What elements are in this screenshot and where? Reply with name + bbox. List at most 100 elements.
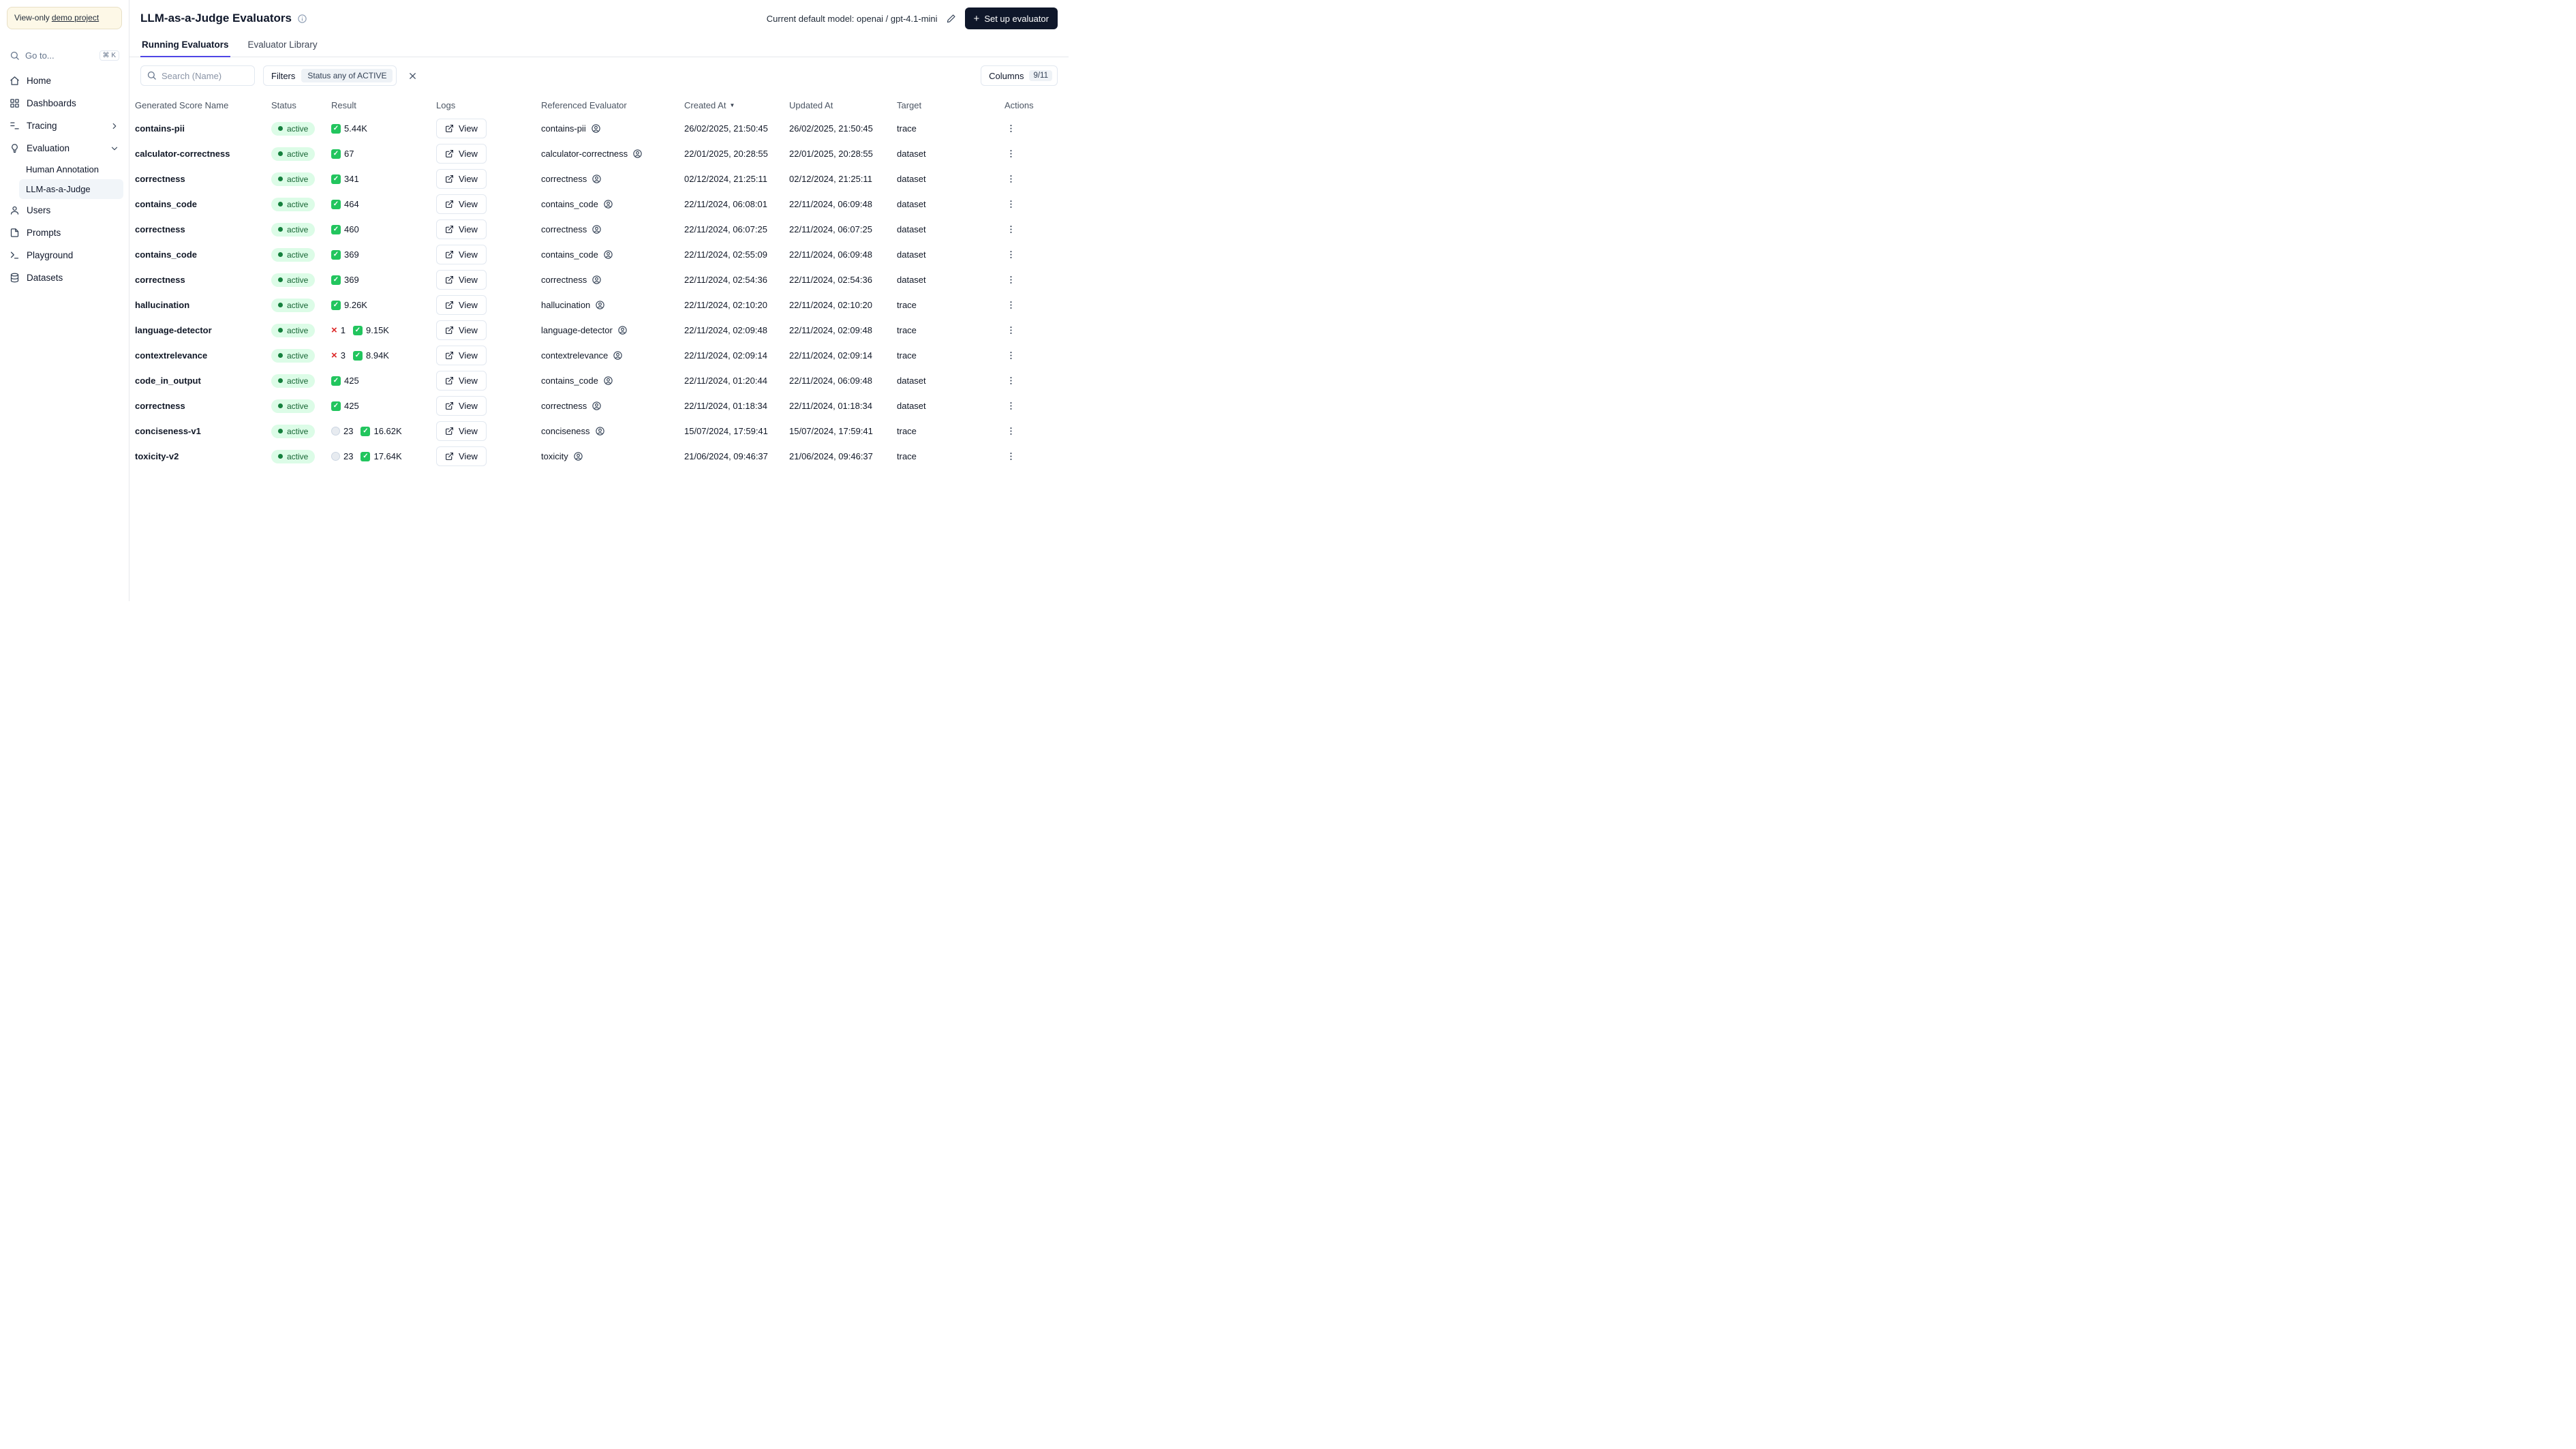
columns-count-badge: 9/11: [1029, 70, 1052, 81]
view-logs-button[interactable]: View: [436, 270, 487, 290]
row-actions-button[interactable]: [1005, 222, 1017, 237]
check-icon: ✓: [331, 199, 341, 209]
goto-button[interactable]: Go to... ⌘ K: [5, 47, 123, 64]
row-actions-button[interactable]: [1005, 448, 1017, 464]
row-actions-button[interactable]: [1005, 297, 1017, 313]
kebab-menu-icon: [1010, 427, 1012, 435]
view-logs-button[interactable]: View: [436, 320, 487, 340]
result-count: 341: [344, 174, 359, 184]
table-row[interactable]: conciseness-v1 active 23 ✓ 16.62K View con…: [135, 418, 1069, 444]
table-row[interactable]: correctness active ✓ 341 View correctness…: [135, 166, 1069, 192]
result-cell: 23 ✓ 16.62K: [331, 426, 436, 436]
table-row[interactable]: correctness active ✓ 425 View correctness…: [135, 393, 1069, 418]
info-icon[interactable]: [297, 14, 307, 24]
sidebar-item-prompts[interactable]: Prompts: [5, 222, 123, 244]
clear-filters-button[interactable]: [405, 68, 420, 84]
user-circle-icon: [604, 200, 613, 209]
setup-evaluator-button[interactable]: + Set up evaluator: [964, 7, 1058, 29]
sidebar-item-evaluation[interactable]: Evaluation: [5, 137, 123, 159]
view-logs-button[interactable]: View: [436, 346, 487, 365]
sidebar-item-llm-as-a-judge[interactable]: LLM-as-a-Judge: [19, 179, 123, 199]
sidebar-item-human-annotation[interactable]: Human Annotation: [19, 159, 123, 179]
updated-at-value: 22/11/2024, 02:54:36: [789, 275, 872, 285]
row-actions-button[interactable]: [1005, 423, 1017, 439]
row-actions-button[interactable]: [1005, 322, 1017, 338]
table-row[interactable]: code_in_output active ✓ 425 View contains…: [135, 368, 1069, 393]
external-link-icon: [446, 326, 453, 334]
table-row[interactable]: correctness active ✓ 460 View correctness…: [135, 217, 1069, 242]
column-header-logs[interactable]: Logs: [436, 100, 541, 110]
result-count: 3: [340, 350, 346, 361]
app-window: View-only demo project Go to... ⌘ K Home …: [0, 0, 1069, 601]
view-label: View: [459, 224, 478, 234]
row-actions-button[interactable]: [1005, 272, 1017, 288]
view-logs-button[interactable]: View: [436, 371, 487, 391]
sidebar-item-label: Human Annotation: [26, 164, 99, 174]
view-logs-button[interactable]: View: [436, 295, 487, 315]
sidebar-item-users[interactable]: Users: [5, 199, 123, 222]
result-cell: ✓ 67: [331, 149, 436, 159]
table-row[interactable]: contains_code active ✓ 464 View contains_…: [135, 192, 1069, 217]
result-count: 8.94K: [366, 350, 389, 361]
score-name: contains_code: [135, 199, 198, 209]
updated-at-value: 22/11/2024, 06:09:48: [789, 249, 872, 260]
result-count: 464: [344, 199, 359, 209]
result-count: 369: [344, 249, 359, 260]
row-actions-button[interactable]: [1005, 196, 1017, 212]
columns-button[interactable]: Columns 9/11: [981, 65, 1058, 86]
column-header-referenced-evaluator[interactable]: Referenced Evaluator: [541, 100, 684, 110]
table-row[interactable]: hallucination active ✓ 9.26K View halluci…: [135, 292, 1069, 318]
created-at-value: 22/11/2024, 02:09:14: [684, 350, 767, 361]
sidebar-item-home[interactable]: Home: [5, 70, 123, 92]
row-actions-button[interactable]: [1005, 146, 1017, 162]
edit-model-button[interactable]: [945, 12, 958, 25]
column-header-status[interactable]: Status: [271, 100, 331, 110]
view-logs-button[interactable]: View: [436, 119, 487, 138]
table-row[interactable]: language-detector active × 1 ✓ 9.15K View l…: [135, 318, 1069, 343]
demo-project-link[interactable]: demo project: [52, 13, 99, 22]
row-actions-button[interactable]: [1005, 373, 1017, 388]
target-value: dataset: [897, 149, 926, 159]
row-actions-button[interactable]: [1005, 247, 1017, 262]
search-input[interactable]: [140, 65, 255, 86]
column-header-generated-score-name[interactable]: Generated Score Name: [135, 100, 271, 110]
status-badge: active: [271, 197, 316, 211]
view-logs-button[interactable]: View: [436, 396, 487, 416]
row-actions-button[interactable]: [1005, 171, 1017, 187]
table-row[interactable]: contextrelevance active × 3 ✓ 8.94K View co…: [135, 343, 1069, 368]
table-row[interactable]: contains_code active ✓ 369 View contains_…: [135, 242, 1069, 267]
status-label: active: [287, 300, 309, 310]
view-logs-button[interactable]: View: [436, 421, 487, 441]
view-label: View: [459, 325, 478, 335]
column-header-created-at[interactable]: Created At ▼: [684, 100, 789, 110]
view-logs-button[interactable]: View: [436, 219, 487, 239]
tab-evaluator-library[interactable]: Evaluator Library: [247, 34, 319, 57]
view-logs-button[interactable]: View: [436, 245, 487, 264]
sidebar-item-tracing[interactable]: Tracing: [5, 115, 123, 137]
result-error-badge: × 3: [331, 350, 346, 361]
view-logs-button[interactable]: View: [436, 194, 487, 214]
sidebar-item-dashboards[interactable]: Dashboards: [5, 92, 123, 115]
column-header-target[interactable]: Target: [897, 100, 1005, 110]
table-row[interactable]: contains-pii active ✓ 5.44K View contains…: [135, 116, 1069, 141]
view-logs-button[interactable]: View: [436, 446, 487, 466]
sidebar-item-datasets[interactable]: Datasets: [5, 266, 123, 289]
column-header-result[interactable]: Result: [331, 100, 436, 110]
goto-label: Go to...: [25, 50, 55, 61]
row-actions-button[interactable]: [1005, 121, 1017, 136]
view-logs-button[interactable]: View: [436, 144, 487, 164]
row-actions-button[interactable]: [1005, 398, 1017, 414]
column-header-updated-at[interactable]: Updated At: [789, 100, 897, 110]
filters-button[interactable]: Filters Status any of ACTIVE: [263, 65, 397, 86]
table-row[interactable]: calculator-correctness active ✓ 67 View c…: [135, 141, 1069, 166]
tab-running-evaluators[interactable]: Running Evaluators: [140, 34, 230, 57]
sidebar-item-playground[interactable]: Playground: [5, 244, 123, 266]
status-label: active: [287, 451, 309, 461]
table-row[interactable]: correctness active ✓ 369 View correctness…: [135, 267, 1069, 292]
row-actions-button[interactable]: [1005, 348, 1017, 363]
view-logs-button[interactable]: View: [436, 169, 487, 189]
filters-label: Filters: [271, 70, 296, 81]
status-dot-icon: [278, 151, 283, 156]
table-row[interactable]: toxicity-v2 active 23 ✓ 17.64K View toxici…: [135, 444, 1069, 469]
score-name: correctness: [135, 275, 185, 285]
